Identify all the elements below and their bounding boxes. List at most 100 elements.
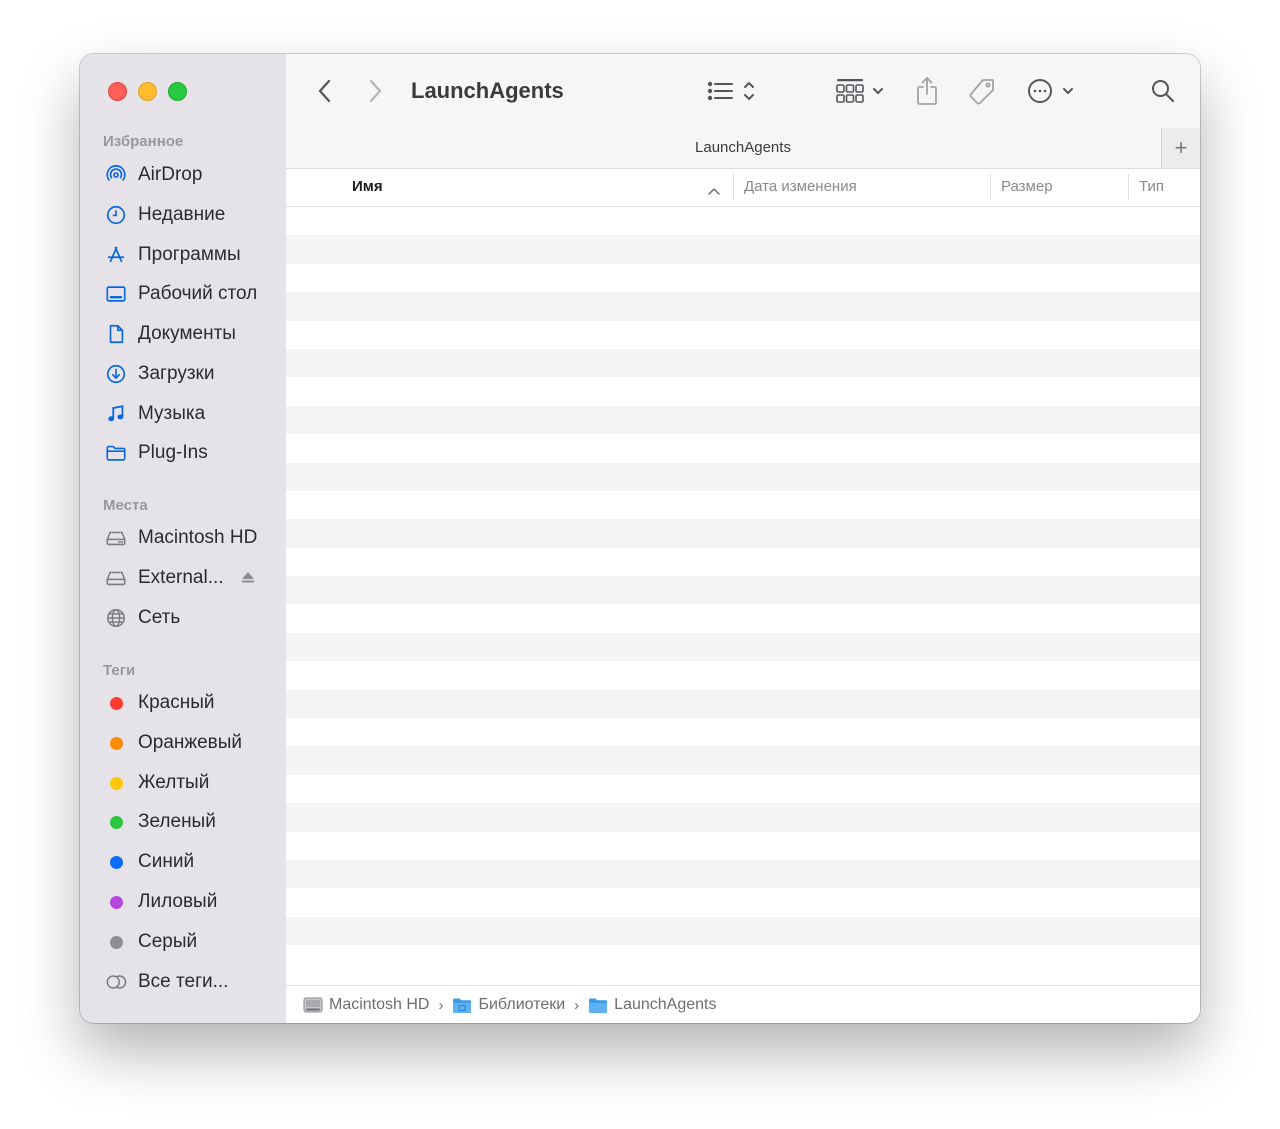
sidebar-item-label: Зеленый	[138, 811, 216, 832]
locations-section-title: Места	[103, 497, 148, 514]
tag-dot-icon	[109, 776, 123, 790]
list-row	[286, 264, 1200, 292]
sidebar-tag-gray[interactable]: Серый	[104, 927, 274, 957]
sidebar-item-label: Сеть	[138, 607, 181, 628]
list-row	[286, 945, 1200, 973]
eject-icon[interactable]	[240, 569, 256, 591]
list-row	[286, 405, 1200, 435]
list-row	[286, 916, 1200, 946]
list-row	[286, 377, 1200, 405]
chevron-left-icon	[318, 79, 331, 103]
sidebar-item-downloads[interactable]: Загрузки	[104, 359, 274, 389]
grid-icon	[836, 79, 883, 103]
path-crumb-library[interactable]: Библиотеки	[452, 996, 565, 1014]
sort-ascending-icon[interactable]	[708, 182, 720, 200]
list-row	[286, 746, 1200, 775]
list-row	[286, 661, 1200, 689]
sidebar-item-label: External...	[138, 567, 224, 588]
column-size[interactable]: Размер	[1001, 178, 1053, 195]
sidebar-item-all-tags[interactable]: Все теги...	[104, 967, 274, 997]
list-view-icon	[707, 81, 754, 101]
file-list[interactable]	[286, 207, 1200, 985]
music-icon	[104, 402, 128, 426]
new-tab-button[interactable]: +	[1161, 128, 1200, 168]
tag-icon	[969, 79, 994, 105]
sidebar-tag-orange[interactable]: Оранжевый	[104, 728, 274, 758]
column-divider[interactable]	[1128, 174, 1129, 200]
window-title: LaunchAgents	[411, 78, 564, 103]
tab-launchagents[interactable]: LaunchAgents	[286, 139, 1200, 156]
list-row	[286, 348, 1200, 378]
sidebar-item-label: Оранжевый	[138, 732, 243, 753]
sidebar-item-plug-ins[interactable]: Plug-Ins	[104, 438, 274, 468]
view-mode-button[interactable]	[706, 76, 762, 106]
sidebar-tag-purple[interactable]: Лиловый	[104, 887, 274, 917]
sidebar-tag-blue[interactable]: Синий	[104, 847, 274, 877]
back-button[interactable]	[312, 76, 338, 106]
tag-dot-icon	[109, 696, 123, 710]
drive-icon	[104, 566, 128, 590]
list-row	[286, 832, 1200, 860]
list-row	[286, 321, 1200, 349]
sidebar-tag-red[interactable]: Красный	[104, 688, 274, 718]
sidebar-item-airdrop[interactable]: AirDrop	[104, 160, 274, 190]
sidebar-item-applications[interactable]: Программы	[104, 240, 274, 270]
sidebar-item-network[interactable]: Сеть	[104, 603, 274, 633]
list-row	[286, 462, 1200, 491]
sidebar-item-label: Синий	[138, 851, 195, 872]
list-row	[286, 576, 1200, 605]
search-button[interactable]	[1148, 76, 1178, 106]
hard-drive-icon	[303, 997, 323, 1013]
sidebar-item-label: Красный	[138, 692, 215, 713]
share-icon	[917, 77, 937, 105]
share-button[interactable]	[912, 74, 942, 108]
sidebar-item-macintosh-hd[interactable]: Macintosh HD	[104, 523, 274, 553]
sidebar-item-music[interactable]: Музыка	[104, 399, 274, 429]
column-divider[interactable]	[990, 174, 991, 200]
column-name[interactable]: Имя	[352, 178, 383, 195]
list-row	[286, 718, 1200, 746]
column-divider[interactable]	[733, 174, 734, 200]
search-icon	[1152, 80, 1174, 102]
sidebar-item-recents[interactable]: Недавние	[104, 200, 274, 230]
main-pane: LaunchAgents LaunchAgents + Имя Дата изм…	[286, 54, 1200, 1023]
list-row	[286, 235, 1200, 264]
sidebar-item-documents[interactable]: Документы	[104, 319, 274, 349]
forward-button[interactable]	[362, 76, 388, 106]
more-actions-button[interactable]	[1026, 76, 1082, 106]
path-crumb-label: Библиотеки	[478, 996, 566, 1013]
list-row	[286, 292, 1200, 321]
clock-icon	[104, 203, 128, 227]
favorites-section-title: Избранное	[103, 133, 184, 150]
path-separator: ›	[438, 996, 444, 1014]
sidebar-item-label: Plug-Ins	[138, 442, 208, 463]
tag-dot-icon	[109, 855, 123, 869]
toolbar: LaunchAgents	[286, 54, 1200, 128]
sidebar-item-label: Программы	[138, 244, 241, 265]
path-crumb-launchagents[interactable]: LaunchAgents	[588, 996, 716, 1014]
sidebar-item-label: AirDrop	[138, 164, 203, 185]
sidebar-item-external[interactable]: External...	[104, 563, 274, 593]
close-button[interactable]	[108, 82, 127, 101]
folder-icon	[589, 998, 608, 1013]
list-row	[286, 548, 1200, 576]
path-crumb-macintosh-hd[interactable]: Macintosh HD	[303, 996, 429, 1014]
sidebar-item-desktop[interactable]: Рабочий стол	[104, 279, 274, 309]
sidebar-item-label: Рабочий стол	[138, 283, 258, 304]
column-kind[interactable]: Тип	[1139, 178, 1164, 195]
list-row	[286, 859, 1200, 889]
drive-icon	[104, 526, 128, 550]
minimize-button[interactable]	[138, 82, 157, 101]
chevron-right-icon	[369, 79, 382, 103]
airdrop-icon	[104, 163, 128, 187]
sidebar-tag-yellow[interactable]: Желтый	[104, 768, 274, 798]
traffic-lights	[108, 82, 187, 101]
sidebar-item-label: Macintosh HD	[138, 527, 258, 548]
column-date-modified[interactable]: Дата изменения	[744, 178, 857, 195]
group-button[interactable]	[834, 76, 890, 106]
applications-icon	[104, 243, 128, 267]
sidebar-item-label: Все теги...	[138, 971, 229, 992]
tag-button[interactable]	[966, 76, 998, 108]
sidebar-tag-green[interactable]: Зеленый	[104, 807, 274, 837]
zoom-button[interactable]	[168, 82, 187, 101]
